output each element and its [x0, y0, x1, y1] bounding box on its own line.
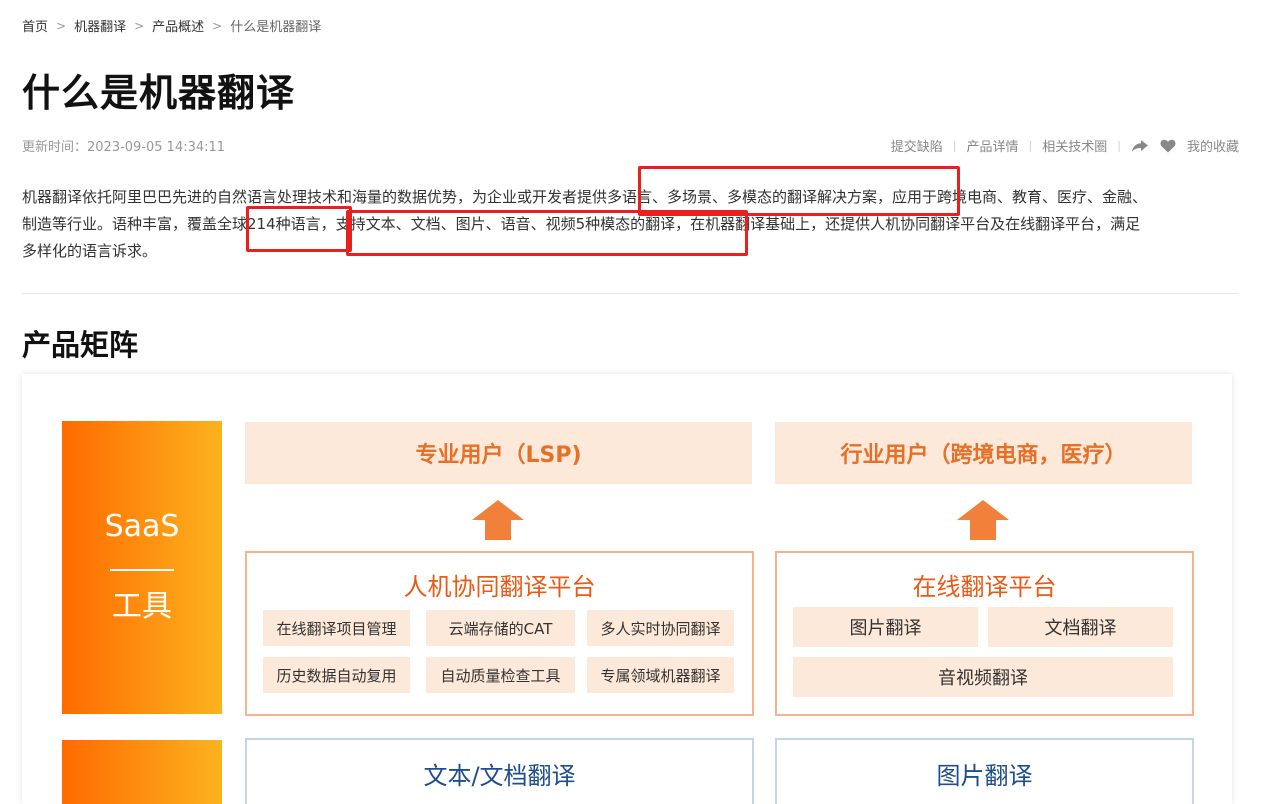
hmt-feature: 在线翻译项目管理: [263, 610, 410, 646]
divider: |: [1117, 139, 1121, 152]
saas-label: SaaS: [104, 509, 180, 544]
hmt-feature: 专属领域机器翻译: [587, 657, 734, 693]
meta-row: 更新时间：2023-09-05 14:34:11 提交缺陷 | 产品详情 | 相…: [22, 136, 1239, 155]
hmt-feature: 多人实时协同翻译: [587, 610, 734, 646]
divider: |: [952, 139, 957, 152]
intro-paragraph: 机器翻译依托阿里巴巴先进的自然语言处理技术和海量的数据优势，为企业或开发者提供多…: [22, 184, 1238, 265]
online-feature: 图片翻译: [793, 607, 978, 647]
chevron-right-icon: >: [134, 18, 145, 33]
online-platform-title: 在线翻译平台: [912, 573, 1057, 601]
breadcrumb-home[interactable]: 首页: [22, 16, 48, 35]
breadcrumb-machine-translation[interactable]: 机器翻译: [74, 16, 126, 35]
online-platform-box: 在线翻译平台 图片翻译 文档翻译 音视频翻译: [775, 551, 1194, 716]
feedback-link[interactable]: 提交缺陷: [891, 136, 943, 155]
update-time: 更新时间：2023-09-05 14:34:11: [22, 140, 226, 155]
product-matrix-diagram: SaaS 工具 专业用户（LSP) 行业用户（跨境电商，医疗） 人机协同翻译平台…: [22, 374, 1232, 804]
saas-sub-label: 工具: [112, 589, 172, 624]
intro-line-3: 多样化的语言诉求。: [22, 242, 158, 260]
share-icon[interactable]: [1131, 138, 1149, 154]
page-title: 什么是机器翻译: [22, 71, 296, 115]
saas-block-lower: [62, 740, 222, 804]
lsp-user-box: 专业用户（LSP): [245, 422, 752, 484]
hmt-platform-title: 人机协同翻译平台: [403, 573, 596, 601]
chevron-right-icon: >: [56, 18, 67, 33]
breadcrumb: 首页 > 机器翻译 > 产品概述 > 什么是机器翻译: [22, 16, 322, 36]
hmt-platform-box: 人机协同翻译平台 在线翻译项目管理 云端存储的CAT 多人实时协同翻译 历史数据…: [245, 551, 754, 716]
image-translation-box: 图片翻译: [775, 738, 1194, 804]
doc-toolbar: 提交缺陷 | 产品详情 | 相关技术圈 | 我的收藏: [891, 136, 1239, 155]
breadcrumb-current: 什么是机器翻译: [230, 20, 322, 35]
section-title: 产品矩阵: [22, 328, 139, 362]
heart-icon[interactable]: [1159, 138, 1177, 154]
product-detail-link[interactable]: 产品详情: [967, 136, 1019, 155]
industry-user-box: 行业用户（跨境电商，医疗）: [775, 422, 1192, 484]
divider: |: [1028, 139, 1033, 152]
hmt-feature: 自动质量检查工具: [426, 657, 575, 693]
image-translation-title: 图片翻译: [936, 762, 1033, 790]
chevron-right-icon: >: [212, 18, 223, 33]
divider: [22, 293, 1238, 294]
text-doc-translation-box: 文本/文档翻译: [245, 738, 754, 804]
tech-circle-link[interactable]: 相关技术圈: [1042, 136, 1107, 155]
intro-line-1: 机器翻译依托阿里巴巴先进的自然语言处理技术和海量的数据优势，为企业或开发者提供多…: [22, 188, 1148, 206]
saas-divider: [110, 569, 174, 571]
online-feature: 文档翻译: [988, 607, 1173, 647]
saas-tool-block: SaaS 工具: [62, 421, 222, 714]
text-doc-translation-title: 文本/文档翻译: [423, 762, 576, 790]
hmt-feature: 云端存储的CAT: [426, 610, 575, 646]
online-feature: 音视频翻译: [793, 657, 1173, 697]
hmt-feature: 历史数据自动复用: [263, 657, 410, 693]
breadcrumb-product-overview[interactable]: 产品概述: [152, 16, 204, 35]
my-favorites-link[interactable]: 我的收藏: [1187, 136, 1239, 155]
intro-line-2: 制造等行业。语种丰富，覆盖全球214种语言，支持文本、文档、图片、语音、视频5种…: [22, 215, 1141, 233]
